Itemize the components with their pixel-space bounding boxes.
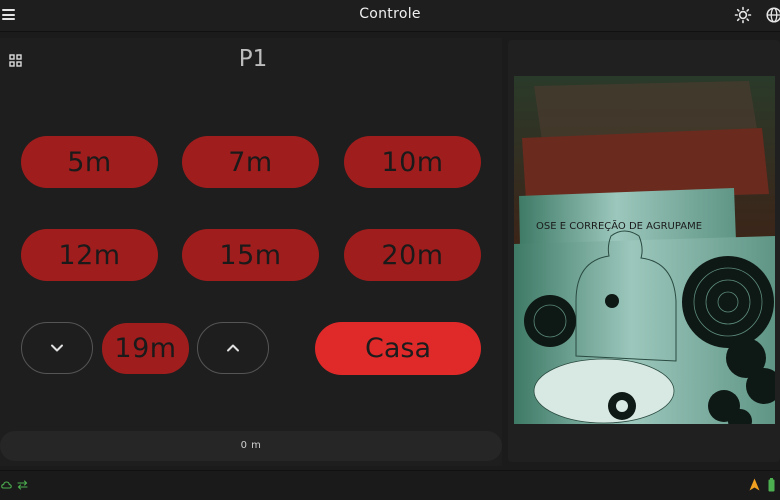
preset-5m-button[interactable]: 5m <box>21 136 158 188</box>
distance-status-text: 0 m <box>240 440 262 451</box>
sync-icon <box>17 480 28 490</box>
app-title: Controle <box>359 6 421 22</box>
cloud-icon <box>1 481 12 489</box>
preset-12m-button[interactable]: 12m <box>21 229 158 281</box>
chevron-down-icon <box>51 344 63 352</box>
target-banner-text: OSE E CORREÇÃO DE AGRUPAME <box>536 219 702 232</box>
preset-7m-button[interactable]: 7m <box>182 136 319 188</box>
grid-icon[interactable] <box>9 54 22 67</box>
preset-10m-button[interactable]: 10m <box>344 136 481 188</box>
warning-icon <box>749 478 760 491</box>
camera-feed: OSE E CORREÇÃO DE AGRUPAME <box>514 76 775 424</box>
current-distance-value: 19m <box>102 323 189 374</box>
bottom-status-bar <box>0 470 780 500</box>
home-button[interactable]: Casa <box>315 322 481 375</box>
preset-20m-button[interactable]: 20m <box>344 229 481 281</box>
decrease-distance-button[interactable] <box>21 322 93 374</box>
distance-status-bar: 0 m <box>0 431 502 461</box>
top-bar: Controle <box>0 0 780 32</box>
sun-icon[interactable] <box>734 6 752 24</box>
globe-icon[interactable] <box>765 6 780 24</box>
chevron-up-icon <box>227 344 239 352</box>
battery-icon <box>768 478 775 492</box>
profile-label: P1 <box>238 46 268 72</box>
preset-15m-button[interactable]: 15m <box>182 229 319 281</box>
increase-distance-button[interactable] <box>197 322 269 374</box>
